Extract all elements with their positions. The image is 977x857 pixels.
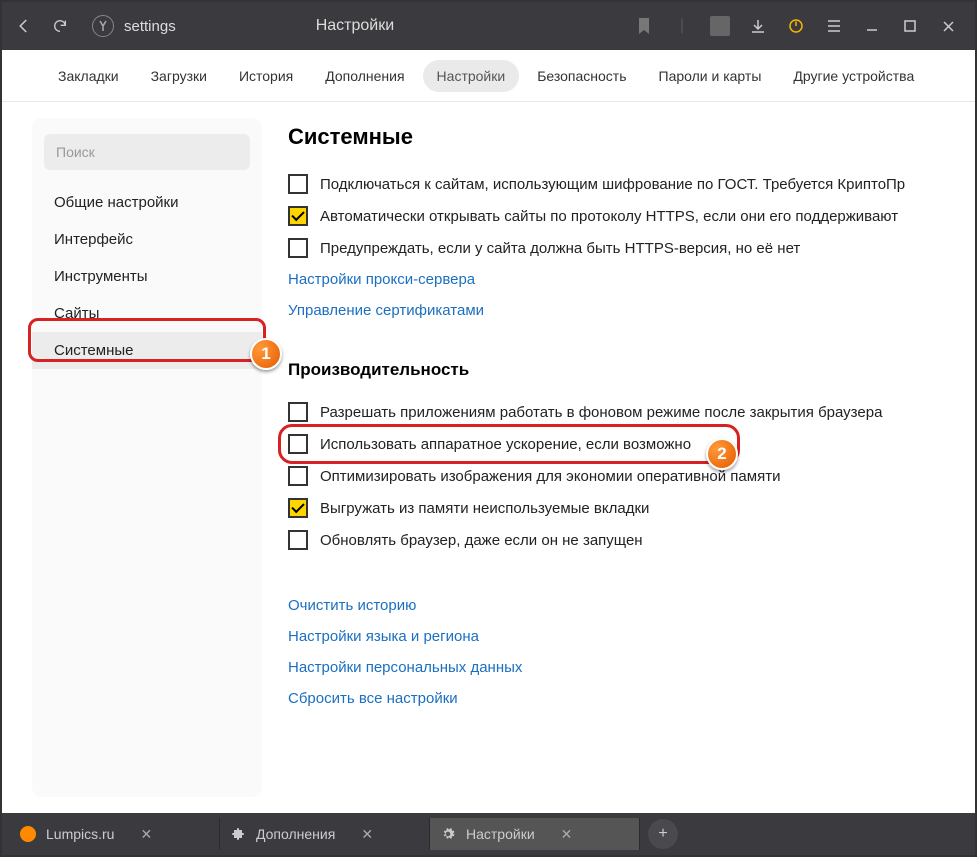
new-tab-button[interactable]: +: [648, 819, 678, 849]
bottomtab-close-1[interactable]: ✕: [361, 826, 373, 843]
system-checkbox-2[interactable]: [288, 238, 308, 258]
section-perf-title: Производительность: [288, 360, 935, 380]
bottomtab-0[interactable]: Lumpics.ru ✕: [10, 818, 220, 850]
perf-checkbox-2[interactable]: [288, 466, 308, 486]
cert-link[interactable]: Управление сертификатами: [288, 295, 935, 326]
page-title: Настройки: [316, 17, 394, 35]
system-label-0: Подключаться к сайтам, использующим шифр…: [320, 176, 905, 193]
settings-tabs: ЗакладкиЗагрузкиИсторияДополненияНастрой…: [2, 50, 975, 102]
callout-2: 2: [706, 438, 738, 470]
main-panel: Системные Подключаться к сайтам, использ…: [278, 118, 945, 797]
separator: |: [667, 11, 697, 41]
address-text[interactable]: settings: [124, 18, 176, 35]
perf-checkbox-1[interactable]: [288, 434, 308, 454]
perf-checkbox-0[interactable]: [288, 402, 308, 422]
perf-label-4: Обновлять браузер, даже если он не запущ…: [320, 532, 643, 549]
menu-icon[interactable]: [819, 11, 849, 41]
bookmark-icon[interactable]: [629, 11, 659, 41]
avatar-icon[interactable]: [705, 11, 735, 41]
shield-icon[interactable]: [781, 11, 811, 41]
system-label-1: Автоматически открывать сайты по протоко…: [320, 208, 898, 225]
tab-3[interactable]: Дополнения: [311, 60, 418, 92]
search-input[interactable]: Поиск: [44, 134, 250, 170]
favicon-icon: [20, 826, 36, 842]
bottom-link-0[interactable]: Очистить историю: [288, 590, 935, 621]
bottomtab-close-0[interactable]: ✕: [140, 826, 152, 843]
perf-label-3: Выгружать из памяти неиспользуемые вклад…: [320, 500, 649, 517]
maximize-button[interactable]: [895, 11, 925, 41]
tab-7[interactable]: Другие устройства: [779, 60, 928, 92]
tab-6[interactable]: Пароли и карты: [645, 60, 776, 92]
bottomtab-1[interactable]: Дополнения ✕: [220, 818, 430, 850]
tab-2[interactable]: История: [225, 60, 307, 92]
proxy-link[interactable]: Настройки прокси-сервера: [288, 264, 935, 295]
section-system-title: Системные: [288, 124, 935, 150]
sidebar: Поиск Общие настройкиИнтерфейсИнструмент…: [32, 118, 262, 797]
tab-5[interactable]: Безопасность: [523, 60, 640, 92]
bottomtab-close-2[interactable]: ✕: [561, 826, 573, 843]
reload-button[interactable]: [46, 12, 74, 40]
sidebar-item-3[interactable]: Сайты: [32, 295, 262, 332]
perf-row-0: Разрешать приложениям работать в фоновом…: [288, 396, 935, 428]
system-label-2: Предупреждать, если у сайта должна быть …: [320, 240, 800, 257]
bottomtab-2[interactable]: Настройки ✕: [430, 818, 640, 850]
sidebar-item-0[interactable]: Общие настройки: [32, 184, 262, 221]
perf-checkbox-4[interactable]: [288, 530, 308, 550]
perf-label-1: Использовать аппаратное ускорение, если …: [320, 436, 691, 453]
sidebar-item-1[interactable]: Интерфейс: [32, 221, 262, 258]
bottomtab-label-2: Настройки: [466, 826, 535, 842]
tab-1[interactable]: Загрузки: [137, 60, 221, 92]
perf-label-2: Оптимизировать изображения для экономии …: [320, 468, 780, 485]
minimize-button[interactable]: [857, 11, 887, 41]
system-checkbox-1[interactable]: [288, 206, 308, 226]
puzzle-icon: [230, 826, 246, 842]
titlebar: settings Настройки |: [2, 2, 975, 50]
perf-row-4: Обновлять браузер, даже если он не запущ…: [288, 524, 935, 556]
perf-label-0: Разрешать приложениям работать в фоновом…: [320, 404, 882, 421]
tab-4[interactable]: Настройки: [423, 60, 520, 92]
system-row-0: Подключаться к сайтам, использующим шифр…: [288, 168, 935, 200]
yandex-icon: [92, 15, 114, 37]
bottomtab-label-0: Lumpics.ru: [46, 826, 114, 842]
back-button[interactable]: [10, 12, 38, 40]
system-row-2: Предупреждать, если у сайта должна быть …: [288, 232, 935, 264]
sidebar-item-4[interactable]: Системные: [32, 332, 262, 369]
close-button[interactable]: [933, 11, 963, 41]
system-checkbox-0[interactable]: [288, 174, 308, 194]
perf-checkbox-3[interactable]: [288, 498, 308, 518]
perf-row-3: Выгружать из памяти неиспользуемые вклад…: [288, 492, 935, 524]
perf-row-1: Использовать аппаратное ускорение, если …: [288, 428, 935, 460]
bottomtab-label-1: Дополнения: [256, 826, 335, 842]
callout-1: 1: [250, 338, 282, 370]
tab-0[interactable]: Закладки: [44, 60, 133, 92]
bottom-link-2[interactable]: Настройки персональных данных: [288, 652, 935, 683]
system-row-1: Автоматически открывать сайты по протоко…: [288, 200, 935, 232]
content-area: Поиск Общие настройкиИнтерфейсИнструмент…: [2, 102, 975, 813]
bottom-link-3[interactable]: Сбросить все настройки: [288, 683, 935, 714]
download-icon[interactable]: [743, 11, 773, 41]
bottom-link-1[interactable]: Настройки языка и региона: [288, 621, 935, 652]
bottom-tabbar: Lumpics.ru ✕ Дополнения ✕ Настройки ✕ +: [2, 813, 975, 855]
gear-icon: [440, 826, 456, 842]
sidebar-item-2[interactable]: Инструменты: [32, 258, 262, 295]
perf-row-2: Оптимизировать изображения для экономии …: [288, 460, 935, 492]
